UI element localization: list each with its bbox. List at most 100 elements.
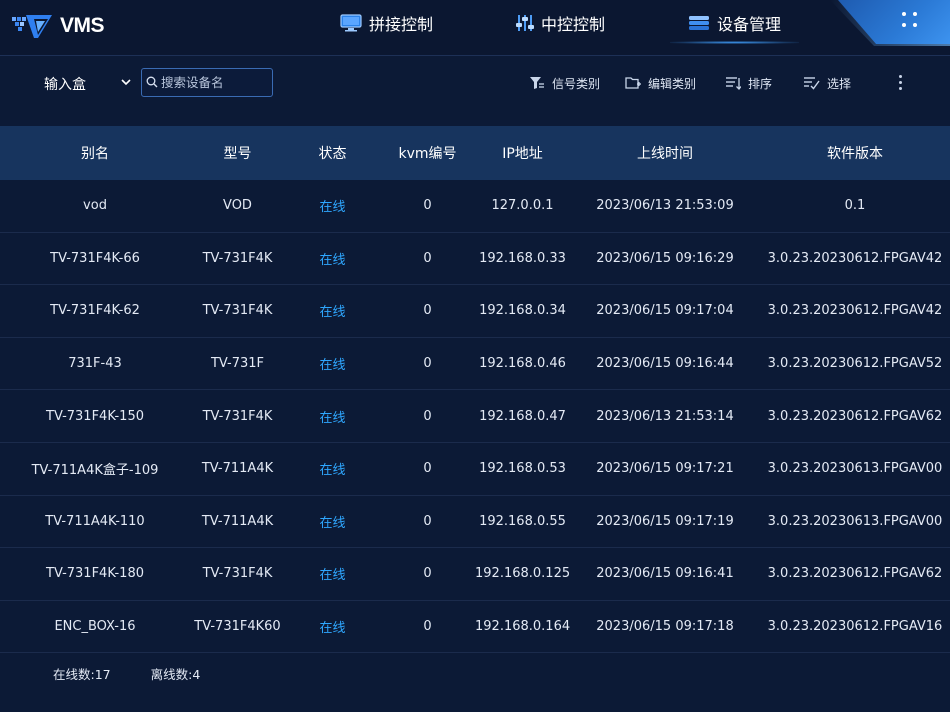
cell-ip: 127.0.0.1	[491, 198, 554, 214]
tab-label: 拼接控制	[369, 15, 434, 34]
chevron-down-icon	[120, 76, 132, 92]
cell-alias: TV-731F4K-66	[50, 250, 140, 266]
online-count: 在线数:17	[53, 667, 111, 682]
column-header-status[interactable]: 状态	[285, 143, 380, 163]
offline-count: 离线数:4	[150, 667, 201, 682]
cell-online-time: 2023/06/15 09:16:41	[596, 566, 734, 582]
table-row[interactable]: TV-711A4K-110 TV-711A4K 在线 0 192.168.0.55 202…	[0, 496, 950, 549]
edit-category-button[interactable]: 编辑类别	[625, 73, 696, 93]
cell-status: 在线	[319, 410, 346, 426]
status-footer: 在线数:17 离线数:4	[53, 664, 200, 683]
table-row[interactable]: TV-731F4K-180 TV-731F4K 在线 0 192.168.0.125 20…	[0, 548, 950, 601]
cell-status: 在线	[319, 515, 346, 531]
tab-splice-control[interactable]: 拼接控制	[340, 0, 433, 46]
cell-version: 0.1	[844, 198, 866, 214]
cell-version: 3.0.23.20230612.FPGAV42	[767, 250, 943, 266]
cell-alias: 731F-43	[68, 356, 122, 372]
cell-online-time: 2023/06/15 09:17:18	[596, 619, 734, 635]
device-table: 别名 型号 状态 kvm编号 IP地址 上线时间 软件版本 vod VOD 在线 0 1…	[0, 126, 950, 654]
checklist-icon	[804, 76, 820, 90]
cell-kvm: 0	[423, 461, 432, 477]
tab-label: 设备管理	[717, 15, 782, 34]
cell-online-time: 2023/06/15 09:17:19	[596, 513, 734, 529]
sort-icon	[726, 76, 741, 90]
signal-category-label: 信号类别	[552, 76, 601, 91]
cell-kvm: 0	[423, 408, 432, 424]
cell-kvm: 0	[423, 356, 432, 372]
table-row[interactable]: vod VOD 在线 0 127.0.0.1 2023/06/13 21:53:09 0.1	[0, 180, 950, 233]
column-header-version[interactable]: 软件版本	[760, 143, 950, 163]
app-logo: VMS	[12, 12, 112, 40]
monitor-icon	[340, 14, 362, 32]
cell-online-time: 2023/06/15 09:17:21	[596, 461, 734, 477]
logo-mark-icon	[12, 15, 52, 38]
cell-model: TV-711A4K	[201, 513, 274, 529]
cell-model: TV-731F4K	[202, 408, 273, 424]
cell-version: 3.0.23.20230613.FPGAV00	[767, 513, 943, 529]
search-input[interactable]	[161, 75, 271, 90]
sort-label: 排序	[748, 76, 773, 91]
cell-online-time: 2023/06/13 21:53:09	[596, 198, 734, 214]
cell-version: 3.0.23.20230613.FPGAV00	[767, 461, 943, 477]
sliders-icon	[516, 13, 534, 33]
cell-alias: TV-711A4K-110	[45, 513, 145, 529]
more-menu-icon[interactable]	[898, 75, 904, 91]
cell-ip: 192.168.0.47	[479, 408, 566, 424]
cell-kvm: 0	[423, 198, 432, 214]
cell-model: TV-731F4K	[202, 566, 273, 582]
cell-kvm: 0	[423, 619, 432, 635]
logo-text: VMS	[60, 14, 105, 37]
cell-version: 3.0.23.20230612.FPGAV42	[767, 303, 943, 319]
cell-status: 在线	[319, 358, 346, 374]
cell-ip: 192.168.0.125	[475, 566, 571, 582]
tab-central-control[interactable]: 中控控制	[516, 0, 605, 46]
table-header: 别名 型号 状态 kvm编号 IP地址 上线时间 软件版本	[0, 126, 950, 180]
filter-icon	[530, 76, 545, 90]
cell-alias: ENC_BOX-16	[54, 619, 136, 635]
table-row[interactable]: TV-731F4K-62 TV-731F4K 在线 0 192.168.0.34 2023…	[0, 285, 950, 338]
sort-button[interactable]: 排序	[726, 73, 772, 93]
select-button[interactable]: 选择	[804, 73, 851, 93]
cell-model: TV-731F	[210, 356, 265, 372]
tab-device-management[interactable]: 设备管理	[669, 0, 800, 46]
device-type-select[interactable]: 输入盒	[44, 74, 132, 94]
table-row[interactable]: 731F-43 TV-731F 在线 0 192.168.0.46 2023/06/15 …	[0, 338, 950, 391]
cell-ip: 192.168.0.33	[479, 250, 566, 266]
toolbar: 输入盒 信号类别 编辑类别 排序 选择	[0, 57, 950, 107]
column-header-model[interactable]: 型号	[190, 143, 285, 163]
cell-ip: 192.168.0.34	[479, 303, 566, 319]
cell-status: 在线	[319, 252, 346, 268]
cell-kvm: 0	[423, 303, 432, 319]
signal-category-button[interactable]: 信号类别	[530, 73, 600, 93]
select-label: 选择	[827, 76, 852, 91]
table-body: vod VOD 在线 0 127.0.0.1 2023/06/13 21:53:09 0.1…	[0, 180, 950, 654]
cell-model: TV-731F4K	[202, 250, 273, 266]
table-row[interactable]: ENC_BOX-16 TV-731F4K60 在线 0 192.168.0.164 202…	[0, 601, 950, 654]
device-stack-icon	[688, 14, 710, 32]
cell-status: 在线	[319, 621, 346, 637]
cell-kvm: 0	[423, 566, 432, 582]
cell-alias: vod	[83, 198, 107, 214]
column-header-kvm[interactable]: kvm编号	[380, 143, 475, 163]
cell-version: 3.0.23.20230612.FPGAV16	[767, 619, 943, 635]
table-row[interactable]: TV-731F4K-66 TV-731F4K 在线 0 192.168.0.33 2023…	[0, 233, 950, 286]
cell-kvm: 0	[423, 250, 432, 266]
table-row[interactable]: TV-731F4K-150 TV-731F4K 在线 0 192.168.0.47 202…	[0, 390, 950, 443]
cell-alias: TV-731F4K-62	[50, 303, 140, 319]
cell-status: 在线	[319, 305, 346, 321]
cell-status: 在线	[319, 200, 346, 216]
column-header-ip[interactable]: IP地址	[475, 143, 570, 163]
column-header-online-time[interactable]: 上线时间	[570, 143, 760, 163]
cell-online-time: 2023/06/15 09:16:29	[596, 250, 734, 266]
cell-model: TV-731F4K	[202, 303, 273, 319]
column-header-alias[interactable]: 别名	[0, 143, 190, 163]
cell-model: TV-711A4K	[201, 461, 274, 477]
cell-status: 在线	[319, 463, 346, 479]
cell-ip: 192.168.0.46	[479, 356, 566, 372]
cell-ip: 192.168.0.55	[479, 513, 566, 529]
edit-category-label: 编辑类别	[648, 76, 697, 91]
top-bar: VMS 拼接控制 中控控制 设备管理	[0, 0, 950, 56]
apps-grid-icon[interactable]	[902, 12, 920, 30]
cell-version: 3.0.23.20230612.FPGAV52	[767, 356, 943, 372]
table-row[interactable]: TV-711A4K盒子-109 TV-711A4K 在线 0 192.168.0.53 2…	[0, 443, 950, 496]
